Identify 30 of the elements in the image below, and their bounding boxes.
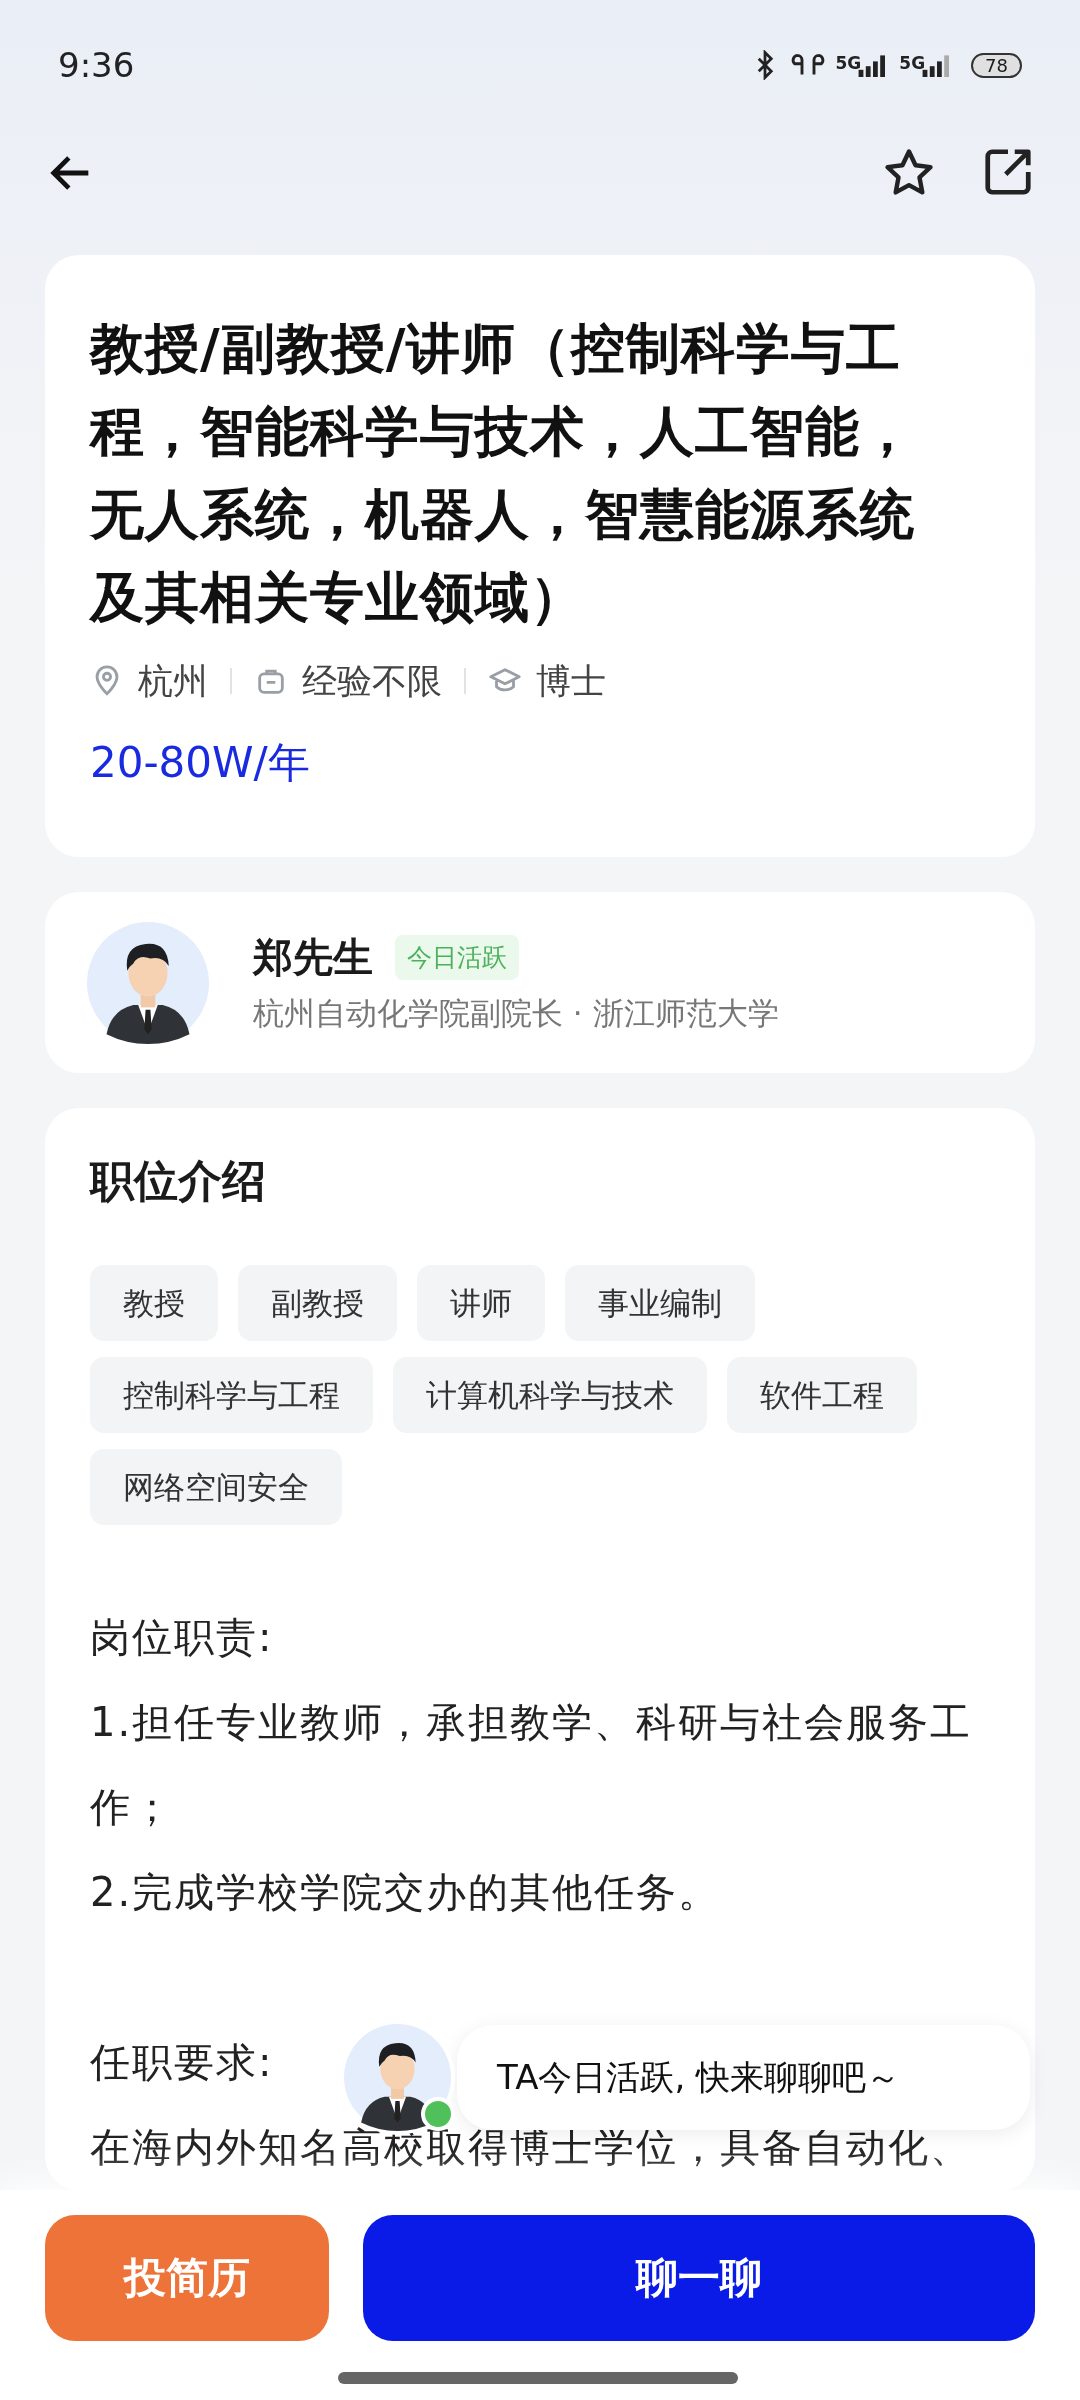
network-label: 5G — [835, 53, 862, 73]
chat-button[interactable]: 聊一聊 — [363, 2215, 1035, 2341]
tag: 控制科学与工程 — [90, 1357, 373, 1433]
job-meta: 经验不限 — [302, 659, 442, 703]
tag: 软件工程 — [727, 1357, 917, 1433]
section-subheading: 任职要求: — [90, 2038, 274, 2087]
recruiter-position: 杭州自动化学院副院长 · 浙江师范大学 — [253, 994, 779, 1033]
section-heading: 职位介绍 — [90, 1154, 267, 1208]
active-badge: 今日活跃 — [395, 935, 519, 980]
tag: 讲师 — [417, 1265, 545, 1341]
chat-prompt-text: TA今日活跃, 快来聊聊吧～ — [497, 2055, 900, 2099]
network-label: 5G — [899, 53, 926, 73]
tag: 网络空间安全 — [90, 1449, 342, 1525]
tag: 事业编制 — [565, 1265, 755, 1341]
job-meta: 博士 — [536, 659, 606, 703]
job-meta: 杭州 — [138, 659, 208, 703]
section-subheading: 岗位职责: — [90, 1613, 274, 1662]
job-title: 教授/副教授/讲师（控制科学与工程，智能科学与技术，人工智能，无人系统，机器人，智慧能源系统及其相关专业领域） — [90, 316, 916, 631]
description-text: 2.完成学校学院交办的其他任务。 — [90, 1868, 721, 1917]
tag: 计算机科学与技术 — [393, 1357, 707, 1433]
tag: 教授 — [90, 1265, 218, 1341]
status-time: 9:36 — [58, 45, 135, 85]
recruiter-name: 郑先生 — [253, 933, 373, 982]
battery-indicator: 78 — [971, 52, 1022, 78]
salary: 20-80W/年 — [90, 737, 311, 789]
chat-prompt-tooltip[interactable]: TA今日活跃, 快来聊聊吧～ — [457, 2025, 1030, 2130]
recruiter-card[interactable]: 郑先生 今日活跃 杭州自动化学院副院长 · 浙江师范大学 — [45, 892, 1035, 1073]
description-text: 1.担任专业教师，承担教学、科研与社会服务工作； — [90, 1698, 974, 1832]
avatar-icon — [87, 921, 209, 1044]
tag: 副教授 — [238, 1265, 397, 1341]
